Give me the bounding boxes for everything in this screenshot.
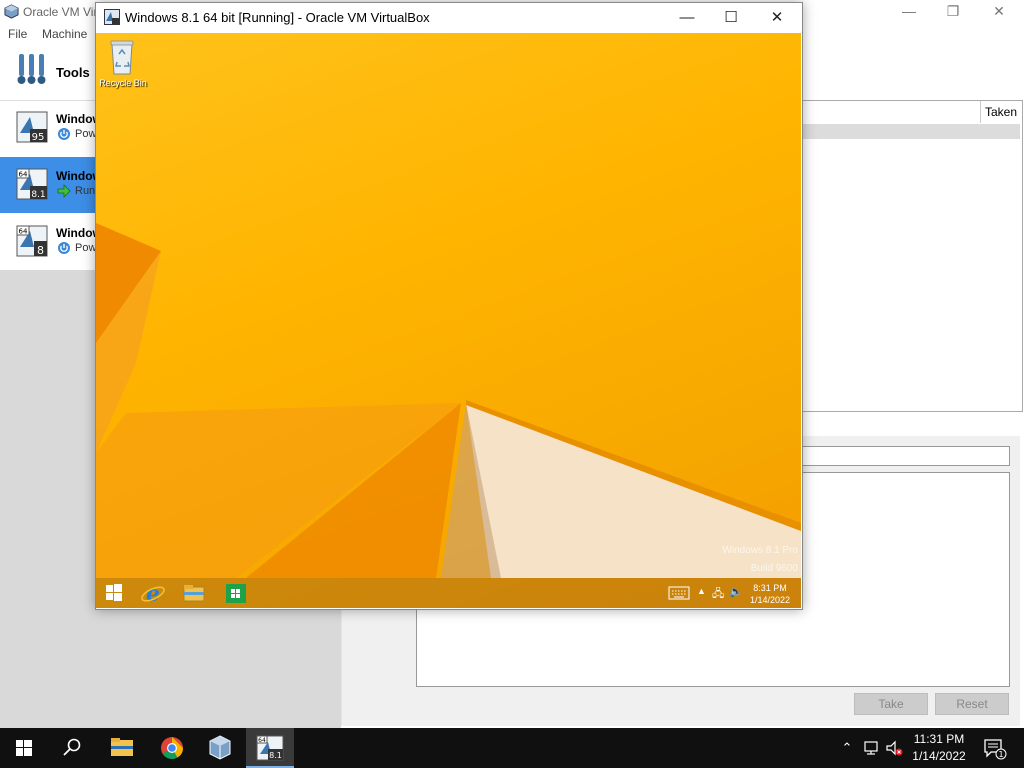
tools-icon (17, 54, 46, 84)
guest-start-button-icon[interactable] (101, 581, 127, 605)
vm-window-title: Windows 8.1 64 bit [Running] - Oracle VM… (125, 10, 430, 25)
host-file-explorer-icon[interactable] (98, 728, 146, 768)
host-start-button-icon[interactable] (0, 728, 48, 768)
vm-state: Pow (75, 128, 97, 140)
guest-clock-date[interactable]: 1/14/2022 (740, 595, 800, 605)
menu-file[interactable]: File (8, 27, 27, 41)
vm-window-icon (104, 9, 120, 25)
guest-network-icon[interactable]: 🖧 (712, 585, 724, 604)
svg-text:95: 95 (32, 132, 45, 143)
svg-text:8.1: 8.1 (31, 190, 45, 200)
notification-count: 1 (998, 750, 1003, 759)
virtualbox-app-icon (4, 4, 19, 19)
snapshot-row-current[interactable] (800, 124, 1020, 139)
guest-clock-time[interactable]: 8:31 PM (740, 583, 800, 593)
guest-build-watermark: Build 9600 (750, 563, 798, 574)
powered-off-icon (58, 242, 70, 254)
manager-close-button[interactable]: ✕ (976, 0, 1022, 22)
recycle-bin-label: Recycle Bin (99, 78, 147, 88)
vm-minimize-button[interactable]: — (664, 3, 710, 33)
svg-text:64: 64 (258, 737, 266, 744)
chrome-icon[interactable] (148, 728, 196, 768)
vm-os-icon-win95: 95 (16, 111, 48, 143)
volume-muted-icon[interactable] (884, 738, 904, 758)
action-center-icon[interactable]: 1 (982, 737, 1008, 761)
host-clock-time[interactable]: 11:31 PM (906, 732, 972, 746)
snapshots-tree[interactable] (795, 100, 1023, 412)
store-icon[interactable] (223, 581, 249, 605)
manager-minimize-button[interactable]: — (886, 0, 932, 22)
svg-text:8.1: 8.1 (269, 751, 282, 760)
recycle-bin-icon[interactable] (106, 38, 138, 76)
guest-edition-watermark: Windows 8.1 Pro (722, 545, 798, 556)
column-header-taken-label: Taken (985, 105, 1018, 119)
file-explorer-icon[interactable] (181, 581, 207, 605)
vm-close-button[interactable]: ✕ (754, 3, 800, 33)
guest-desktop[interactable] (96, 33, 801, 608)
internet-explorer-icon[interactable]: e (140, 581, 166, 605)
vm-os-icon-win8: 64 8 (16, 225, 48, 257)
menu-machine[interactable]: Machine (42, 27, 87, 41)
svg-text:8: 8 (37, 244, 44, 257)
vm-os-icon-win81: 64 8.1 (16, 168, 48, 200)
desktop-wallpaper (96, 223, 801, 578)
vm-maximize-button[interactable]: ☐ (708, 3, 754, 33)
touch-keyboard-icon[interactable] (668, 586, 690, 600)
tray-overflow-icon[interactable]: ⌃ (837, 738, 857, 758)
virtualbox-taskbar-icon[interactable] (196, 728, 244, 768)
snapshot-name-field[interactable] (800, 446, 1010, 466)
guest-tray-overflow-icon[interactable]: ▲ (697, 586, 706, 596)
vm-taskbar-icon: 64 8.1 (256, 735, 284, 761)
vm-state: Pow (75, 242, 97, 254)
running-arrow-icon (57, 184, 71, 198)
tools-label: Tools (56, 65, 90, 80)
reset-button[interactable]: Reset (935, 693, 1009, 715)
take-button[interactable]: Take (854, 693, 928, 715)
svg-text:64: 64 (19, 228, 28, 236)
manager-title: Oracle VM Vir (23, 5, 98, 19)
svg-text:64: 64 (19, 171, 28, 179)
host-clock-date[interactable]: 1/14/2022 (906, 749, 972, 763)
powered-off-icon (58, 128, 70, 140)
search-icon[interactable] (48, 728, 96, 768)
manager-maximize-button[interactable]: ❐ (930, 0, 976, 22)
network-icon[interactable] (862, 738, 882, 758)
